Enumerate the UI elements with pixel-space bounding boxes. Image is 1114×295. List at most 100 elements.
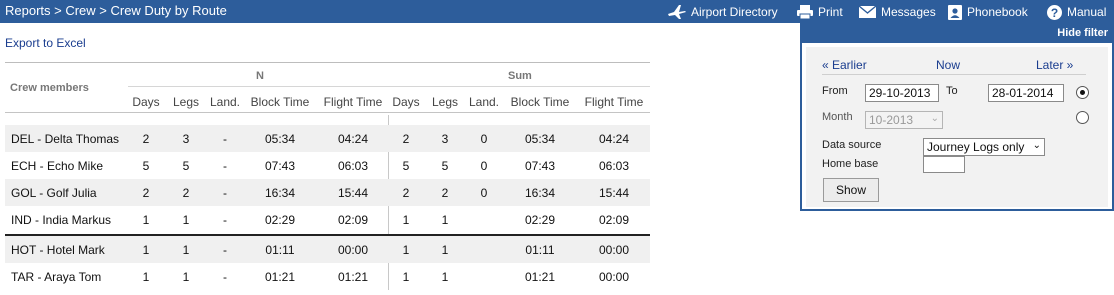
chevron-down-icon: ⌄	[930, 113, 939, 124]
show-button[interactable]: Show	[823, 178, 880, 202]
cell-legs-n: 3	[182, 132, 190, 146]
cell-block-time-sum: 07:43	[524, 159, 556, 173]
messages-link[interactable]: Messages	[858, 2, 936, 22]
envelope-icon	[858, 5, 877, 19]
cell-block-time-n: 07:43	[264, 159, 296, 173]
cell-block-time-n: 01:11	[265, 243, 295, 257]
filter-panel: Hide filter « Earlier Now Later » From 2…	[800, 23, 1114, 211]
cell-days-n: 5	[142, 159, 150, 173]
cell-block-time-sum: 16:34	[524, 186, 556, 200]
home-base-label: Home base	[822, 158, 879, 170]
earlier-link[interactable]: « Earlier	[822, 58, 867, 72]
crew-member-name: TAR - Araya Tom	[11, 270, 102, 284]
filter-nav-divider	[822, 74, 1086, 75]
cell-legs-n: 2	[182, 186, 190, 200]
print-link[interactable]: Print	[796, 2, 843, 22]
month-select[interactable]: 10-2013 ⌄	[865, 111, 943, 129]
airport-directory-link[interactable]: Airport Directory	[667, 2, 778, 22]
cell-legs-n: 1	[182, 270, 190, 284]
col-header-days-sum: Days	[392, 95, 420, 109]
cell-flight-time-sum: 00:00	[598, 270, 630, 284]
cell-flight-time-sum: 00:00	[598, 243, 630, 257]
month-select-value: 10-2013	[869, 113, 914, 127]
to-date-input[interactable]: 28-01-2014	[988, 84, 1064, 102]
data-source-select[interactable]: Journey Logs only ⌄	[923, 138, 1045, 156]
export-to-excel-link[interactable]: Export to Excel	[5, 36, 86, 50]
crew-member-name: IND - India Markus	[11, 213, 112, 227]
cell-days-sum: 1	[402, 243, 410, 257]
cell-land-n: -	[223, 159, 227, 173]
cell-flight-time-n: 01:21	[337, 270, 369, 284]
table-row: HOT - Hotel Mark 1 1 - 01:11 00:00 1 1 01:11 00:0…	[5, 236, 650, 263]
cell-land-n: -	[223, 132, 227, 146]
cell-flight-time-n: 04:24	[337, 132, 369, 146]
airport-directory-label: Airport Directory	[691, 5, 778, 19]
cell-flight-time-sum: 06:03	[598, 159, 630, 173]
crew-member-name: ECH - Echo Mike	[11, 159, 104, 173]
help-icon: ?	[1046, 4, 1063, 21]
print-label: Print	[818, 5, 843, 19]
cell-days-sum: 2	[402, 132, 410, 146]
cell-days-sum: 1	[402, 270, 410, 284]
cell-block-time-sum: 05:34	[524, 132, 556, 146]
from-label: From	[822, 85, 848, 97]
cell-flight-time-sum: 04:24	[598, 132, 630, 146]
data-source-value: Journey Logs only	[927, 140, 1025, 154]
home-base-input[interactable]	[923, 156, 965, 173]
cell-days-n: 2	[142, 186, 150, 200]
from-date-input[interactable]: 29-10-2013	[865, 84, 939, 102]
cell-flight-time-sum: 02:09	[598, 213, 630, 227]
phonebook-link[interactable]: Phonebook	[947, 2, 1028, 22]
cell-block-time-sum: 02:29	[524, 213, 556, 227]
filter-body: « Earlier Now Later » From 29-10-2013 To…	[806, 47, 1108, 207]
manual-label: Manual	[1067, 5, 1107, 19]
cell-flight-time-sum: 15:44	[598, 186, 630, 200]
table-row: GOL - Golf Julia 2 2 - 16:34 15:44 2 2 0 16:34 15:…	[5, 179, 650, 206]
cell-legs-sum: 2	[441, 186, 449, 200]
cell-block-time-sum: 01:11	[525, 243, 555, 257]
cell-land-n: -	[223, 243, 227, 257]
col-header-land-sum: Land.	[468, 95, 500, 109]
cell-legs-sum: 3	[441, 132, 449, 146]
cell-days-sum: 1	[402, 213, 410, 227]
date-range-radio[interactable]	[1076, 86, 1089, 99]
cell-flight-time-n: 15:44	[337, 186, 369, 200]
cell-flight-time-n: 06:03	[337, 159, 369, 173]
cell-legs-sum: 1	[441, 270, 449, 284]
data-source-label: Data source	[822, 139, 882, 151]
cell-days-n: 1	[142, 270, 150, 284]
crew-member-name: GOL - Golf Julia	[11, 186, 97, 200]
crew-member-name: HOT - Hotel Mark	[11, 243, 105, 257]
col-header-block-time-n: Block Time	[250, 95, 310, 109]
messages-label: Messages	[881, 5, 936, 19]
group-header-n: N	[256, 70, 264, 82]
cell-legs-sum: 1	[441, 213, 449, 227]
cell-days-sum: 5	[402, 159, 410, 173]
now-link[interactable]: Now	[936, 58, 960, 72]
month-radio[interactable]	[1076, 111, 1089, 124]
manual-link[interactable]: ? Manual	[1046, 2, 1106, 22]
cell-legs-sum: 1	[441, 243, 449, 257]
col-header-flight-time-sum: Flight Time	[584, 95, 644, 109]
cell-land-sum: 0	[480, 159, 488, 173]
airplane-icon	[667, 3, 687, 21]
table-row: ECH - Echo Mike 5 5 - 07:43 06:03 5 5 0 07:43 06:0…	[5, 152, 650, 179]
cell-block-time-n: 02:29	[264, 213, 296, 227]
cell-days-n: 2	[142, 132, 150, 146]
table-row: TAR - Araya Tom 1 1 - 01:21 01:21 1 1 01:21 00:00	[5, 263, 650, 290]
cell-legs-sum: 5	[441, 159, 449, 173]
cell-block-time-sum: 01:21	[524, 270, 556, 284]
hide-filter-button[interactable]: Hide filter	[802, 23, 1114, 43]
cell-block-time-n: 01:21	[264, 270, 296, 284]
later-link[interactable]: Later »	[1036, 58, 1073, 72]
col-header-legs-n: Legs	[172, 95, 200, 109]
cell-land-sum: 0	[480, 186, 488, 200]
cell-land-n: -	[223, 186, 227, 200]
cell-legs-n: 5	[182, 159, 190, 173]
header-bottom-border	[5, 112, 650, 113]
group-divider	[5, 234, 650, 236]
cell-flight-time-n: 02:09	[337, 213, 369, 227]
table-row: DEL - Delta Thomas 2 3 - 05:34 04:24 2 3 0 05:34 0…	[5, 125, 650, 152]
table-top-border	[5, 62, 650, 63]
month-label: Month	[822, 111, 853, 123]
